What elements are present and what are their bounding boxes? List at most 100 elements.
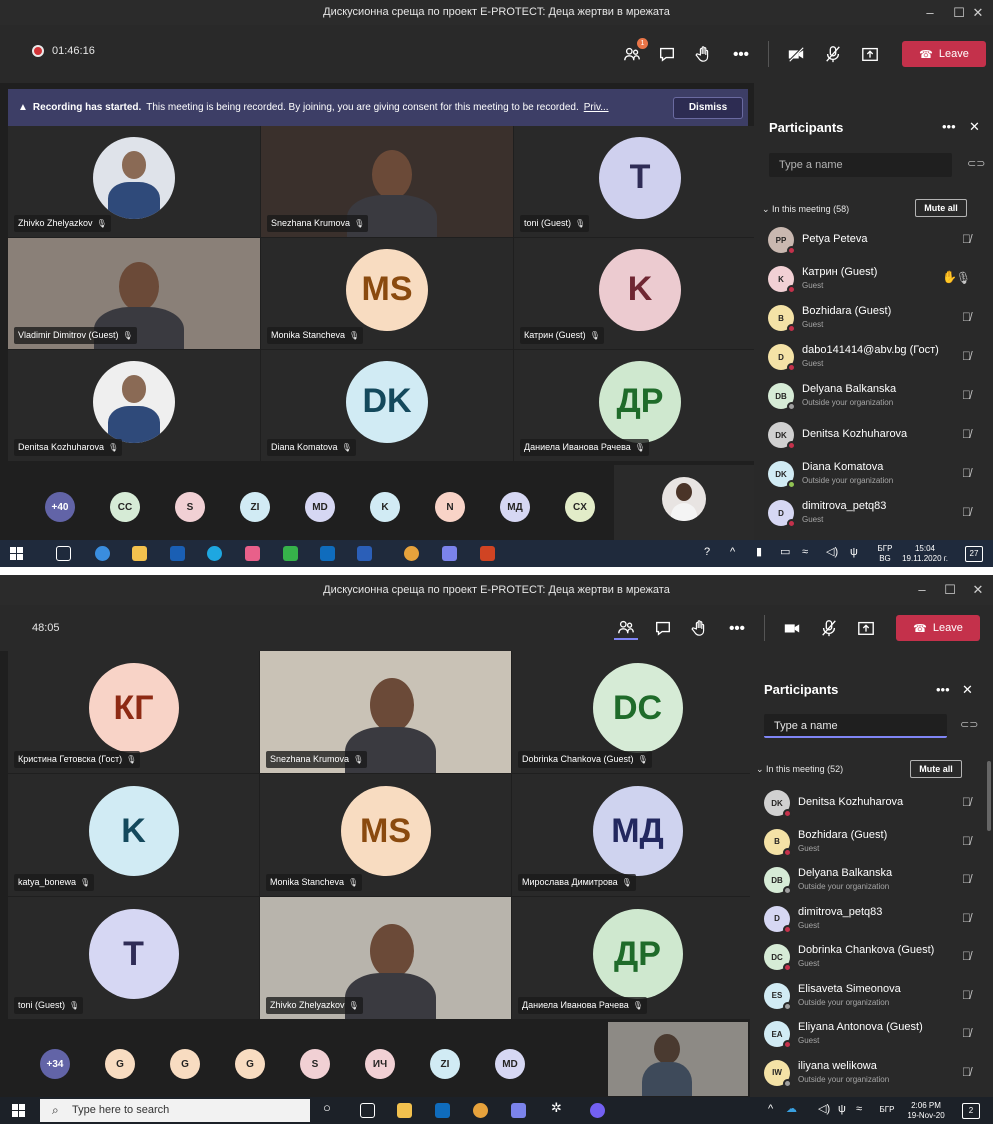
mic-off-icon[interactable]: 🎙̸ [962,988,971,1002]
mic-off-icon[interactable]: 🎙̸ [962,349,971,363]
participant-row[interactable]: DC Dobrinka Chankova (Guest) Guest 🎙̸ [750,938,993,976]
mute-all-button[interactable]: Mute all [910,760,962,778]
mic-off-icon[interactable]: 🎙̸ [962,232,971,246]
raise-hand-button[interactable] [688,616,712,640]
overflow-avatar[interactable]: ИЧ [365,1049,395,1079]
panel-more-icon[interactable]: ••• [942,119,956,134]
viber-icon[interactable] [590,1103,605,1118]
overflow-avatar[interactable]: ZI [430,1049,460,1079]
participants-button[interactable]: 1 [620,38,648,66]
participant-row[interactable]: EA Eliyana Antonova (Guest) Guest 🎙̸ [750,1015,993,1053]
file-explorer-icon[interactable] [397,1103,412,1118]
help-icon[interactable]: ? [704,547,710,558]
chevron-up-icon[interactable]: ^ [730,547,735,558]
network-icon[interactable]: ψ [838,1104,846,1115]
raise-hand-button[interactable] [692,42,716,66]
video-tile[interactable]: Ttoni (Guest) 🎙 [8,897,259,1019]
wifi-icon[interactable]: ≈ [802,547,808,558]
mic-button[interactable] [817,616,841,640]
in-meeting-section[interactable]: ⌄ In this meeting (52) [756,764,843,775]
chrome-icon[interactable] [404,546,419,561]
overflow-avatar[interactable]: S [175,492,205,522]
participant-row[interactable]: Ddabo141414@abv.bg (Гост) Guest 🎙̸ [754,338,993,376]
usb-icon[interactable]: ▮ [756,547,762,558]
participant-row[interactable]: IW iliyana welikowa Outside your organizat… [750,1054,993,1092]
close-button[interactable]: ✕ [961,575,993,605]
video-tile[interactable]: Kkatya_bonewa 🎙 [8,774,259,896]
network-icon[interactable]: ψ [850,547,858,558]
participant-row[interactable]: DK Denitsa Kozhuharova 🎙̸ [754,416,993,454]
wifi-icon[interactable]: ≈ [856,1104,862,1115]
in-meeting-section[interactable]: ⌄ In this meeting (58) [762,204,849,215]
more-actions-button[interactable]: ••• [729,42,753,66]
leave-button[interactable]: ☎ Leave [896,615,980,641]
overflow-avatar[interactable]: CX [565,492,595,522]
participant-row[interactable]: B Bozhidara (Guest) Guest 🎙̸ [754,299,993,337]
mute-all-button[interactable]: Mute all [915,199,967,217]
teams-app-icon[interactable] [245,546,260,561]
participant-row[interactable]: Ddimitrova_petq83 Guest 🎙̸ [754,494,993,532]
outlook-icon[interactable] [320,546,335,561]
video-tile[interactable]: КГ Кристина Гетовска (Гост) 🎙 [8,651,259,773]
participant-row[interactable]: DK Denitsa Kozhuharova 🎙̸ [750,784,993,822]
overflow-avatar[interactable]: K [370,492,400,522]
file-explorer-icon[interactable] [132,546,147,561]
defender-icon[interactable] [170,546,185,561]
chat-button[interactable] [651,616,675,640]
video-tile[interactable]: MS Monika Stancheva 🎙 [260,774,511,896]
video-tile[interactable]: МД Мирослава Димитрова 🎙 [512,774,763,896]
overflow-avatar[interactable]: +40 [45,492,75,522]
mic-off-icon[interactable]: 🎙̸ [962,388,971,402]
overflow-avatar[interactable]: G [105,1049,135,1079]
participant-row[interactable]: B Bozhidara (Guest) Guest 🎙̸ [750,823,993,861]
mic-off-icon[interactable]: 🎙̸ [962,834,971,848]
video-tile[interactable]: Vladimir Dimitrov (Guest) 🎙 [8,238,260,349]
chevron-up-icon[interactable]: ^ [768,1104,773,1115]
share-button[interactable] [854,616,878,640]
video-tile[interactable]: Snezhana Krumova 🎙 [261,126,513,237]
video-tile[interactable]: Zhivko Zhelyazkov 🎙 [8,126,260,237]
clock[interactable]: 15:04 19.11.2020 г. [900,544,950,564]
teams-icon[interactable] [511,1103,526,1118]
overflow-avatar[interactable]: ZI [240,492,270,522]
volume-icon[interactable]: ◁) [826,547,838,558]
overflow-avatar[interactable]: CC [110,492,140,522]
dismiss-button[interactable]: Dismiss [673,97,743,119]
edge-icon[interactable] [207,546,222,561]
video-tile[interactable]: DK Diana Komatova 🎙 [261,350,513,461]
mic-off-icon[interactable]: 🎙̸ [962,505,971,519]
messenger-icon[interactable] [283,546,298,561]
powerpoint-icon[interactable] [480,546,495,561]
participant-row[interactable]: PP Petya Peteva 🎙̸ [754,221,993,259]
mic-off-icon[interactable]: 🎙̸ [962,427,971,441]
teams-icon[interactable] [442,546,457,561]
overflow-avatar[interactable]: N [435,492,465,522]
mic-on-icon[interactable]: 🎙 [956,271,971,285]
video-tile[interactable]: K Катрин (Guest) 🎙 [514,238,766,349]
video-tile[interactable]: Zhivko Zhelyazkov 🎙 [260,897,511,1019]
panel-close-icon[interactable]: ✕ [969,119,980,135]
leave-button[interactable]: ☎ Leave [902,41,986,67]
volume-icon[interactable]: ◁) [818,1104,830,1115]
participant-row[interactable]: DB Delyana Balkanska Outside your organiza… [750,861,993,899]
video-tile[interactable]: DC Dobrinka Chankova (Guest) 🎙 [512,651,763,773]
task-view-icon[interactable] [360,1103,375,1118]
participant-row[interactable]: K Катрин (Guest) Guest ✋ 🎙 [754,260,993,298]
overflow-avatar[interactable]: MD [305,492,335,522]
participant-row[interactable]: Ddimitrova_petq83 Guest 🎙̸ [750,900,993,938]
skype-icon[interactable] [95,546,110,561]
participant-row[interactable]: DK Diana Komatova Outside your organizatio… [754,455,993,493]
mic-off-icon[interactable]: 🎙̸ [962,466,971,480]
mic-off-icon[interactable]: 🎙̸ [962,795,971,809]
camera-button[interactable] [780,616,804,640]
share-button[interactable] [858,42,882,66]
onedrive-icon[interactable]: ☁ [786,1104,797,1115]
cortana-icon[interactable]: ○ [323,1101,331,1114]
mic-off-icon[interactable]: 🎙̸ [962,1065,971,1079]
close-button[interactable]: ✕ [961,0,993,25]
panel-more-icon[interactable]: ••• [936,682,950,697]
link-icon[interactable]: ⊂⊃ [960,718,978,731]
overflow-avatar[interactable]: G [235,1049,265,1079]
self-view-tile[interactable] [608,1022,748,1096]
language-indicator[interactable]: БГР [876,1105,898,1115]
